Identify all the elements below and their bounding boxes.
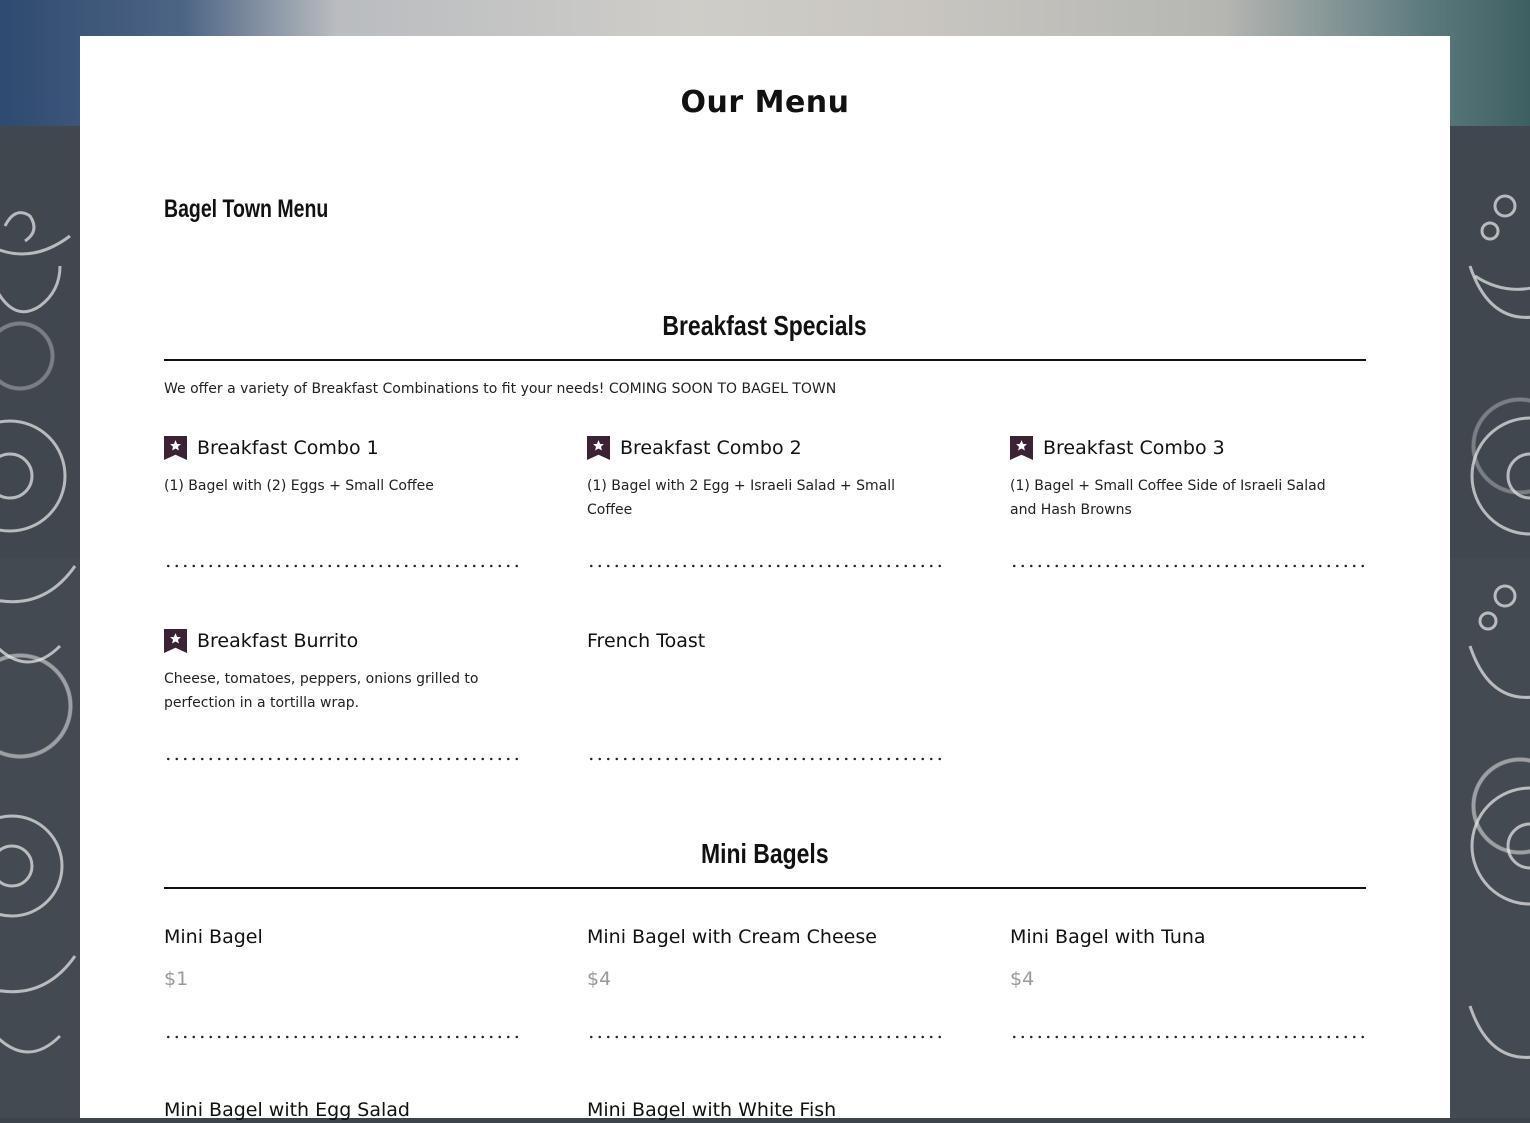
- menu-item[interactable]: Breakfast Burrito Cheese, tomatoes, pepp…: [164, 628, 522, 715]
- menu-item[interactable]: Mini Bagel with Cream Cheese $4: [587, 924, 945, 990]
- item-price: $4: [1010, 968, 1035, 990]
- item-name: Breakfast Burrito: [197, 630, 359, 652]
- dotted-separator: [587, 757, 945, 761]
- item-description: (1) Bagel with 2 Egg + Israeli Salad + S…: [587, 478, 895, 518]
- section-title-mini-bagels: Mini Bagels: [164, 837, 1366, 871]
- item-name: Breakfast Combo 3: [1043, 437, 1225, 459]
- dotted-separator: [164, 564, 522, 568]
- item-description: Cheese, tomatoes, peppers, onions grille…: [164, 671, 479, 711]
- section-title-breakfast-specials: Breakfast Specials: [164, 309, 1366, 343]
- dotted-separator: [1010, 564, 1368, 568]
- brand-menu-title: Bagel Town Menu: [164, 195, 329, 223]
- star-bookmark-icon: [587, 436, 610, 460]
- section-title-text: Breakfast Specials: [662, 310, 868, 341]
- section-divider: [164, 359, 1366, 361]
- food-doodle-decoration-right: [1450, 126, 1530, 1118]
- section-description: We offer a variety of Breakfast Combinat…: [164, 381, 837, 397]
- star-bookmark-icon: [1010, 436, 1033, 460]
- menu-item[interactable]: Breakfast Combo 2 (1) Bagel with 2 Egg +…: [587, 435, 945, 522]
- menu-item[interactable]: Mini Bagel $1: [164, 924, 522, 990]
- dotted-separator: [164, 1035, 522, 1039]
- item-description: (1) Bagel with (2) Eggs + Small Coffee: [164, 478, 434, 494]
- item-name: Breakfast Combo 2: [620, 437, 802, 459]
- menu-item[interactable]: Mini Bagel with White Fish: [587, 1097, 945, 1123]
- menu-item[interactable]: French Toast: [587, 628, 945, 654]
- item-name: Mini Bagel: [164, 926, 263, 948]
- menu-card: Our Menu Bagel Town Menu Breakfast Speci…: [80, 36, 1450, 1121]
- item-name: Mini Bagel with Cream Cheese: [587, 926, 877, 948]
- item-name: Mini Bagel with Tuna: [1010, 926, 1206, 948]
- menu-item[interactable]: Breakfast Combo 3 (1) Bagel + Small Coff…: [1010, 435, 1368, 522]
- item-price: $1: [164, 968, 189, 990]
- dotted-separator: [1010, 1035, 1368, 1039]
- dotted-separator: [587, 564, 945, 568]
- item-name: French Toast: [587, 630, 706, 652]
- star-bookmark-icon: [164, 629, 187, 653]
- item-description: (1) Bagel + Small Coffee Side of Israeli…: [1010, 478, 1326, 518]
- menu-item[interactable]: Mini Bagel with Tuna $4: [1010, 924, 1368, 990]
- page-title: Our Menu: [680, 85, 850, 120]
- menu-item[interactable]: Breakfast Combo 1 (1) Bagel with (2) Egg…: [164, 435, 522, 498]
- dotted-separator: [164, 757, 522, 761]
- menu-item[interactable]: Mini Bagel with Egg Salad: [164, 1097, 522, 1123]
- food-doodle-decoration-left: [0, 126, 80, 1118]
- star-bookmark-icon: [164, 436, 187, 460]
- item-name: Breakfast Combo 1: [197, 437, 379, 459]
- item-price: $4: [587, 968, 612, 990]
- dotted-separator: [587, 1035, 945, 1039]
- section-title-text: Mini Bagels: [701, 838, 829, 869]
- section-divider: [164, 887, 1366, 889]
